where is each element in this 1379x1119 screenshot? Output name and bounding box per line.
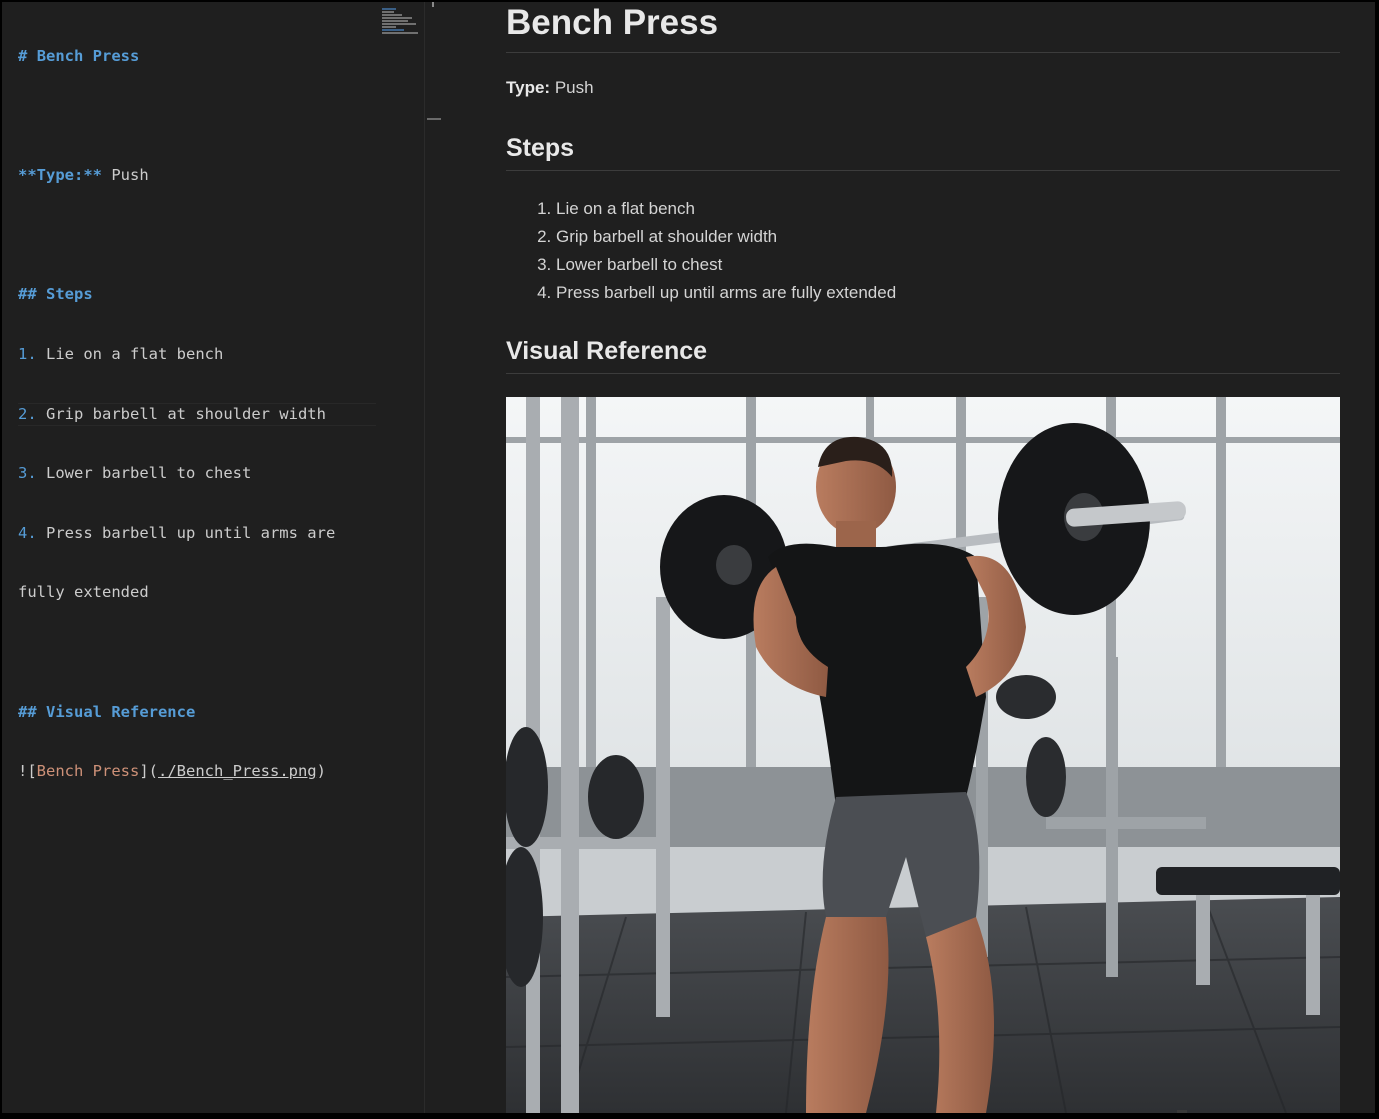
editor-line-11[interactable]: ## Visual Reference: [18, 701, 335, 725]
editor-line-6[interactable]: 1. Lie on a flat bench: [18, 343, 335, 367]
minimap-line: [382, 29, 404, 31]
bench-press-image: [506, 397, 1340, 1113]
heading-marker: #: [18, 47, 28, 65]
editor-text[interactable]: # Bench Press **Type:** Push ## Steps 1.…: [18, 9, 377, 820]
list-number: 1.: [18, 344, 37, 363]
editor-line-10[interactable]: [18, 641, 335, 665]
step-item: Grip barbell at shoulder width: [556, 223, 896, 251]
image-syntax-close: ): [316, 762, 326, 781]
minimap-line: [382, 14, 402, 16]
resize-indicator: [1177, 1110, 1187, 1113]
list-text: Lie on a flat bench: [46, 344, 224, 363]
minimap-line: [382, 20, 408, 22]
image-syntax-mid: ](: [139, 762, 158, 781]
list-number: 3.: [18, 464, 37, 483]
step-item: Press barbell up until arms are fully ex…: [556, 279, 896, 307]
image-alt-text: Bench Press: [36, 762, 140, 781]
editor-line-9-wrap[interactable]: fully extended: [18, 581, 335, 605]
minimap-line: [382, 32, 418, 34]
steps-heading: Steps: [506, 133, 1340, 171]
editor-line-9[interactable]: 4. Press barbell up until arms are: [18, 522, 335, 546]
markdown-editor[interactable]: # Bench Press **Type:** Push ## Steps 1.…: [2, 2, 424, 1113]
app-window: # Bench Press **Type:** Push ## Steps 1.…: [2, 2, 1375, 1113]
step-item: Lower barbell to chest: [556, 251, 896, 279]
scroll-top-indicator: [432, 2, 434, 7]
editor-line-7-current[interactable]: 2. Grip barbell at shoulder width: [18, 402, 377, 427]
minimap-line: [382, 26, 396, 28]
gym-photo-illustration: [506, 397, 1340, 1113]
page-title: Bench Press: [506, 2, 1340, 53]
editor-line-4[interactable]: [18, 224, 335, 248]
type-label: Type:: [506, 78, 551, 97]
minimap[interactable]: [382, 8, 420, 40]
heading-text: Bench Press: [36, 47, 140, 65]
type-line: Type: Push: [506, 78, 594, 98]
visual-reference-heading: Visual Reference: [506, 336, 1340, 374]
list-text: Lower barbell to chest: [46, 464, 252, 483]
scrollbar-cursor-marker: [427, 118, 441, 120]
visual-heading-source: ## Visual Reference: [18, 702, 196, 721]
type-value: Push: [111, 166, 149, 185]
type-value: Push: [554, 78, 594, 97]
minimap-line: [382, 17, 412, 19]
step-item: Lie on a flat bench: [556, 195, 896, 223]
list-text-wrapped: fully extended: [18, 583, 149, 602]
list-number: 4.: [18, 523, 37, 542]
markdown-preview[interactable]: Bench Press Type: Push Steps Lie on a fl…: [443, 2, 1375, 1113]
bold-marker: **Type:**: [18, 166, 102, 185]
list-number: 2.: [18, 404, 37, 423]
editor-line-8[interactable]: 3. Lower barbell to chest: [18, 462, 335, 486]
editor-line-5[interactable]: ## Steps: [18, 283, 335, 307]
list-text: Press barbell up until arms are: [46, 523, 336, 542]
minimap-line: [382, 8, 396, 10]
steps-heading-source: ## Steps: [18, 285, 93, 304]
list-text: Grip barbell at shoulder width: [46, 404, 326, 423]
editor-scrollbar[interactable]: [424, 2, 443, 1113]
editor-line-12[interactable]: ![Bench Press](./Bench_Press.png): [18, 760, 335, 784]
minimap-line: [382, 11, 394, 13]
editor-line-1[interactable]: # Bench Press: [18, 45, 335, 69]
editor-line-2[interactable]: [18, 105, 335, 129]
image-syntax-open: ![: [18, 762, 37, 781]
editor-line-3[interactable]: **Type:** Push: [18, 164, 335, 188]
minimap-line: [382, 23, 416, 25]
image-path-link[interactable]: ./Bench_Press.png: [158, 762, 317, 780]
steps-list: Lie on a flat bench Grip barbell at shou…: [506, 195, 896, 307]
